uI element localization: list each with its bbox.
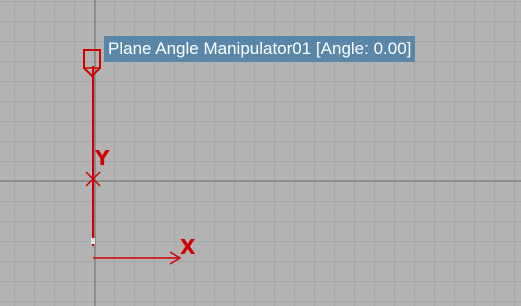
y-axis-label: Y [95, 146, 110, 170]
x-axis-label: X [180, 235, 196, 259]
viewport[interactable]: Y X Plane Angle Manipulator01 [Angle: 0.… [0, 0, 521, 306]
manipulator-tooltip: Plane Angle Manipulator01 [Angle: 0.00] [104, 36, 416, 62]
origin-marker [91, 238, 95, 244]
manipulator-tooltip-text: Plane Angle Manipulator01 [Angle: 0.00] [108, 39, 412, 58]
